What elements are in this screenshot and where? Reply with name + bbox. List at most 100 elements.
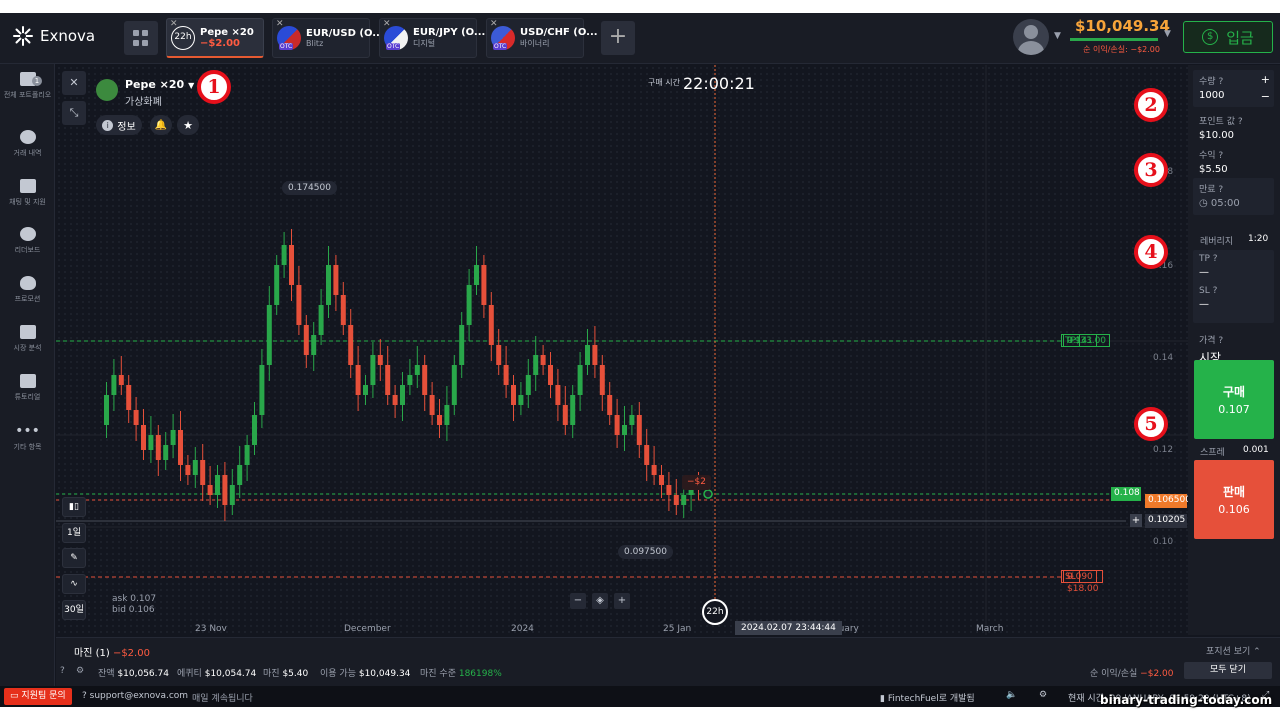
margin-value: $5.40 [282,669,309,679]
expiry-label: 만료 [1199,185,1216,195]
view-positions-button[interactable]: 포지션 보기 ⌃ [1206,644,1261,657]
favorite-button[interactable]: ★ [177,115,199,135]
qty-value[interactable]: 1000 [1199,90,1268,101]
close-chart-button[interactable]: ✕ [62,71,86,95]
minus-icon[interactable]: − [1261,90,1270,103]
candle-body [252,415,257,445]
candle-body [363,385,368,395]
help-icon[interactable]: ? [60,666,65,676]
otc-badge: OTC [493,43,508,50]
account-balance[interactable]: $10,049.34 [1075,17,1170,35]
brand-logo[interactable]: Exnova [12,25,95,47]
tab-margin[interactable]: 마진 (1) −$2.00 [74,644,150,659]
avatar[interactable] [1013,19,1049,55]
expiry-value: 05:00 [1210,198,1240,209]
volume-icon[interactable]: 🔈 [1006,690,1017,700]
tab-eurusd[interactable]: ✕ OTC EUR/USD (O... Blitz [272,18,384,58]
annotation-5: 5 [1134,407,1168,441]
star-icon: ★ [183,118,193,132]
candle-body [459,325,465,365]
chart-type-button[interactable]: ▮▯ [62,497,86,517]
zoom-reset-button[interactable]: ◈ [592,593,608,609]
add-alert-icon[interactable]: + [1130,514,1142,527]
pepe-icon [96,79,118,101]
candle-body [215,475,220,495]
indicators-button[interactable]: ∿ [62,574,86,594]
support-email[interactable]: ? support@exnova.com [82,691,188,701]
deposit-button[interactable]: $ 입금 [1183,21,1273,53]
history-icon [19,130,36,144]
tp-value[interactable]: — [1199,267,1268,278]
sl-value[interactable]: — [1199,299,1268,310]
period-button[interactable]: 30일 [62,600,86,620]
trading-app: Exnova ✕ 22h Pepe ×20 −$2.00 ✕ OTC EUR/US… [0,13,1280,707]
chevron-down-icon[interactable]: ▼ [1054,31,1061,41]
apps-grid-button[interactable] [124,21,158,55]
gear-icon[interactable]: ⚙ [1039,690,1047,700]
settings-icon[interactable]: ⚙ [76,666,84,676]
candle-body [659,475,664,485]
sidebar-item-history[interactable]: 거래 내역 [0,130,55,158]
order-price[interactable]: 가격 ? 시장 [1193,329,1274,365]
candle-body [229,485,235,505]
spread-value: 0.001 [1243,445,1269,455]
candle-body [148,435,154,450]
support-label: 지원팀 문의 [21,691,66,701]
sell-button[interactable]: 판매 0.106 [1194,460,1274,539]
candle-body [333,265,339,295]
candle-body [622,425,627,435]
buy-button[interactable]: 구매 0.107 [1194,360,1274,439]
collapse-icon[interactable]: ⤡ [62,101,86,125]
tp-sl-box[interactable]: TP ? — SL ? — [1193,250,1274,323]
chevron-down-icon[interactable]: ▼ [1164,29,1171,39]
zoom-out-button[interactable]: − [570,593,586,609]
candle-body [311,335,317,355]
tab-eurjpy[interactable]: ✕ OTC EUR/JPY (O... 디지털 [379,18,485,58]
balance-bar [1070,38,1158,41]
asset-name[interactable]: Pepe ×20 ▼ [125,78,194,91]
expiry-selector[interactable]: 만료 ? ◷ 05:00 [1193,178,1274,215]
email-text: support@exnova.com [89,691,189,701]
tab-usdchf[interactable]: ✕ OTC USD/CHF (O... 바이너리 [486,18,598,58]
leverage-value[interactable]: 1:20 [1248,234,1268,244]
quantity-stepper[interactable]: 수량 ? 1000 + − [1193,70,1274,107]
x-label: December [344,624,391,634]
sl-label: SL [1199,286,1210,296]
candle-body [451,365,457,405]
candle-body [111,375,117,395]
plus-icon[interactable]: + [1261,73,1270,86]
info-button[interactable]: i 정보 [96,115,142,135]
bid-price: bid 0.106 [112,605,155,615]
notification-button[interactable]: 🔔 [150,115,172,135]
candle-body [296,285,302,325]
leverage-label: 레버리지 [1200,237,1234,247]
sidebar-item-leaderboard[interactable]: 리더보드 [0,227,55,255]
timeframe-button[interactable]: 1일 [62,523,86,543]
sidebar-item-promotions[interactable]: 프로모션 [0,276,55,304]
bell-icon: 🔔 [154,119,168,131]
price-chart[interactable]: ✕ ⤡ Pepe ×20 ▼ 가상화폐 i 정보 🔔 ★ 1 구매 시간 22:0… [56,65,1188,635]
add-tab-button[interactable]: + [601,21,635,55]
chat-icon [19,179,36,193]
candle-body [170,430,176,445]
fintechfuel-icon: ▮ [880,694,885,704]
positions-label: 포지션 보기 [1206,647,1251,657]
support-button[interactable]: ▭ 지원팀 문의 [4,688,72,705]
close-all-button[interactable]: 모두 닫기 [1184,662,1272,679]
sidebar-item-portfolio[interactable]: 1 전체 포트폴리오 [0,72,55,100]
high-price-label: 0.174500 [282,181,337,195]
deposit-label: 입금 [1226,28,1254,47]
candle-body [681,495,687,505]
sidebar-item-more[interactable]: ••• 기타 항목 [0,424,55,452]
candle-body [511,385,516,405]
candle-body [444,405,450,425]
sidebar-item-chat[interactable]: 채팅 및 지원 [0,179,55,207]
candle-body [474,265,479,285]
candle-body [437,415,442,425]
draw-tool-button[interactable]: ✎ [62,548,86,568]
sidebar-item-tutorial[interactable]: 튜토리얼 [0,374,55,402]
tab-pepe[interactable]: ✕ 22h Pepe ×20 −$2.00 [166,18,264,58]
zoom-in-button[interactable]: + [614,593,630,609]
sidebar-item-analysis[interactable]: 시장 분석 [0,325,55,353]
candle-body [607,395,613,415]
